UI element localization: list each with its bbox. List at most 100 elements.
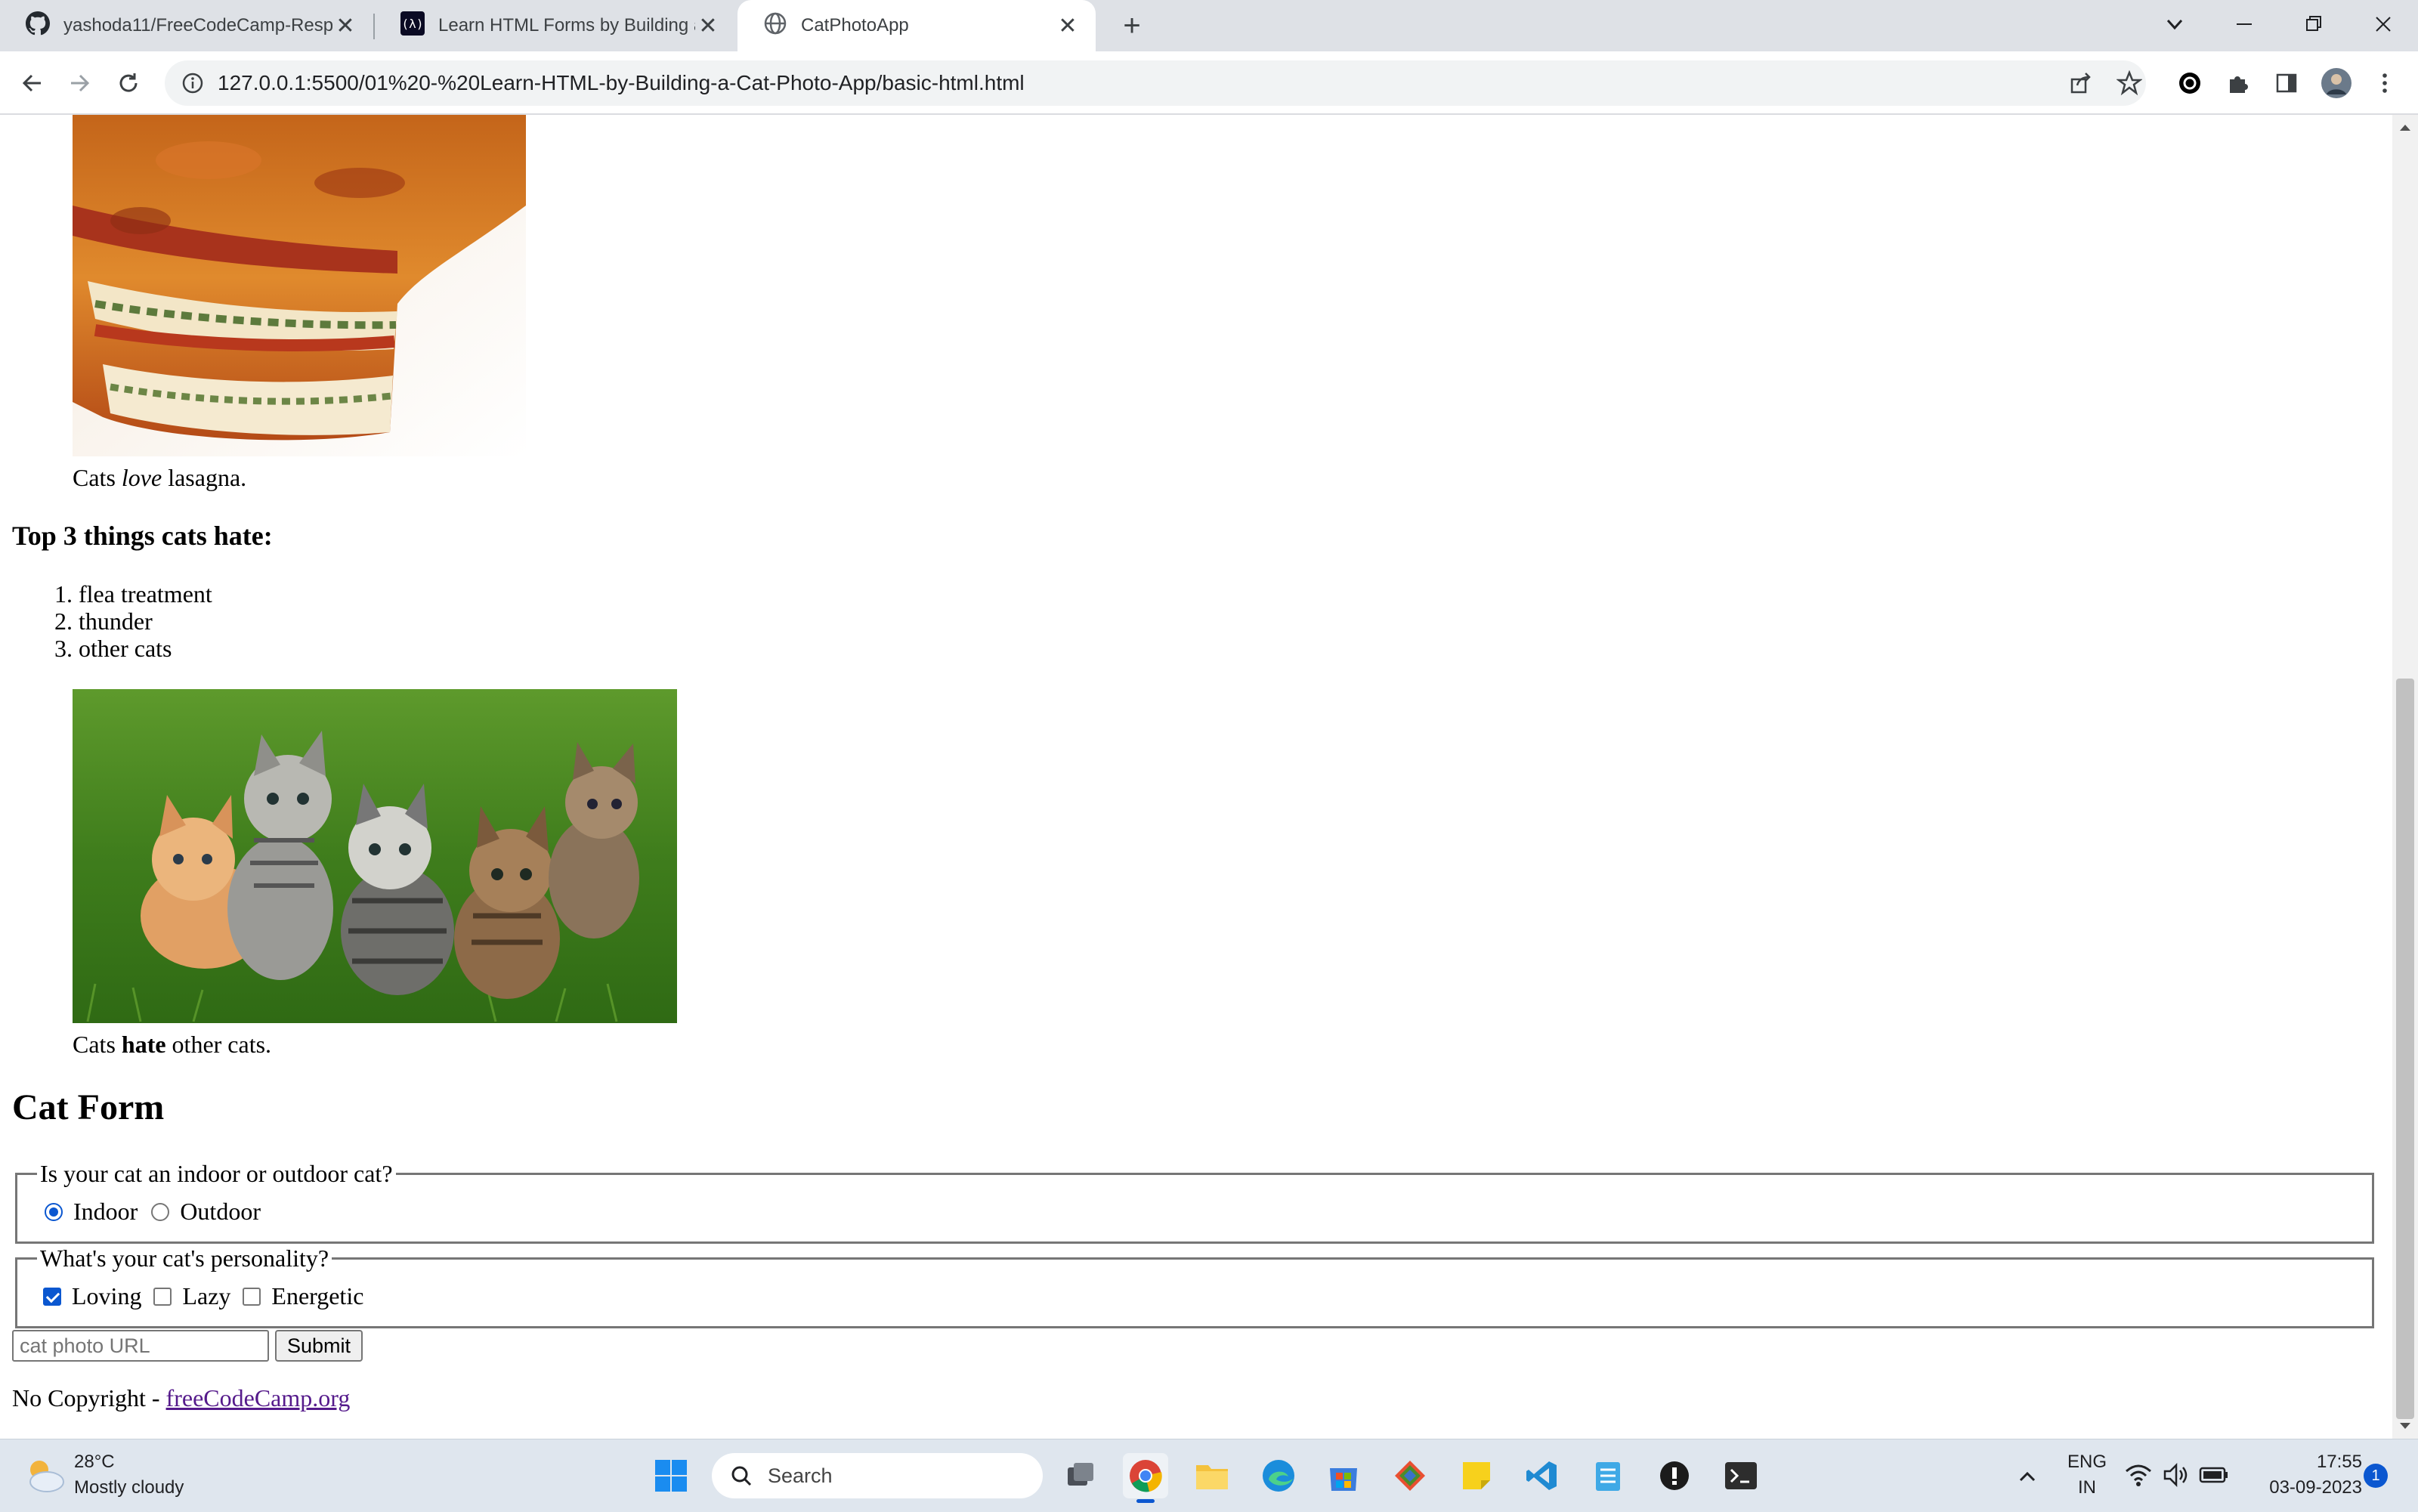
- scroll-up-icon[interactable]: [2392, 116, 2418, 139]
- lazy-label[interactable]: Lazy: [182, 1282, 230, 1310]
- chevron-up-icon[interactable]: [2016, 1465, 2039, 1492]
- site-info-icon[interactable]: [181, 72, 204, 94]
- tab-github[interactable]: yashoda11/FreeCodeCamp-Resp ✕: [0, 0, 373, 51]
- caption-strong: hate: [121, 1031, 166, 1058]
- bookmark-star-icon[interactable]: [2108, 62, 2151, 104]
- restore-icon[interactable]: [2279, 0, 2348, 48]
- location-fieldset: Is your cat an indoor or outdoor cat? In…: [15, 1160, 2374, 1244]
- windows-start-icon[interactable]: [648, 1453, 694, 1498]
- indoor-label[interactable]: Indoor: [73, 1198, 138, 1226]
- loving-label[interactable]: Loving: [72, 1282, 141, 1310]
- address-bar[interactable]: 127.0.0.1:5500/01%20-%20Learn-HTML-by-Bu…: [165, 60, 2146, 106]
- git-tool-icon[interactable]: [1387, 1453, 1433, 1498]
- tab-catphotoapp[interactable]: CatPhotoApp ✕: [737, 0, 1096, 51]
- notification-badge[interactable]: 1: [2364, 1464, 2388, 1488]
- github-icon: [26, 11, 51, 41]
- extensions-puzzle-icon[interactable]: [2217, 62, 2259, 104]
- outdoor-radio[interactable]: [151, 1202, 170, 1221]
- caption-emphasis: love: [121, 464, 162, 491]
- list-text: other cats: [79, 635, 172, 662]
- tab-strip: yashoda11/FreeCodeCamp-Resp ✕ (λ) Learn …: [0, 0, 2418, 51]
- new-tab-button[interactable]: +: [1114, 8, 1150, 44]
- clock-time[interactable]: 17:55: [2241, 1452, 2362, 1473]
- forward-icon[interactable]: [59, 62, 101, 104]
- wifi-icon[interactable]: [2125, 1462, 2152, 1492]
- list-item: 2. thunder: [26, 608, 153, 635]
- vscode-icon[interactable]: [1519, 1453, 1564, 1498]
- list-number: 3.: [54, 635, 73, 662]
- browser-toolbar: 127.0.0.1:5500/01%20-%20Learn-HTML-by-Bu…: [0, 51, 2418, 115]
- profile-avatar[interactable]: [2315, 62, 2358, 104]
- personality-fieldset: What's your cat's personality? Loving La…: [15, 1245, 2374, 1328]
- url-text[interactable]: 127.0.0.1:5500/01%20-%20Learn-HTML-by-Bu…: [218, 71, 1025, 95]
- list-text: flea treatment: [79, 580, 212, 608]
- close-icon[interactable]: ✕: [332, 13, 358, 39]
- outdoor-label[interactable]: Outdoor: [180, 1198, 261, 1226]
- indoor-radio[interactable]: [45, 1202, 63, 1221]
- tab-search-icon[interactable]: [2140, 0, 2209, 48]
- language-indicator[interactable]: ENG: [2066, 1452, 2108, 1473]
- personality-legend: What's your cat's personality?: [37, 1245, 332, 1272]
- active-indicator: [1136, 1499, 1155, 1503]
- cat-photo-url-input[interactable]: cat photo URL: [12, 1330, 269, 1362]
- freecodecamp-link[interactable]: freeCodeCamp.org: [166, 1384, 351, 1412]
- list-number: 2.: [54, 608, 73, 635]
- file-explorer-icon[interactable]: [1189, 1453, 1235, 1498]
- submit-button[interactable]: Submit: [275, 1330, 363, 1362]
- energetic-label[interactable]: Energetic: [271, 1282, 363, 1310]
- app-icon[interactable]: [1652, 1453, 1697, 1498]
- minimize-icon[interactable]: [2209, 0, 2279, 48]
- lasagna-image: [73, 115, 526, 456]
- weather-cloud-icon[interactable]: [23, 1456, 66, 1498]
- volume-icon[interactable]: [2163, 1462, 2190, 1492]
- sticky-notes-icon[interactable]: [1454, 1453, 1499, 1498]
- lasagna-caption: Cats love lasagna.: [73, 464, 246, 492]
- reload-icon[interactable]: [107, 62, 150, 104]
- taskbar-search[interactable]: Search: [712, 1453, 1043, 1498]
- chrome-taskbar-icon[interactable]: [1123, 1453, 1168, 1503]
- page-viewport: Cats love lasagna. Top 3 things cats hat…: [0, 115, 2392, 1439]
- caption-text: lasagna.: [162, 464, 247, 491]
- footer-text: No Copyright -: [12, 1384, 166, 1412]
- kittens-image: [73, 689, 677, 1023]
- globe-icon: [763, 11, 787, 41]
- freecodecamp-icon: (λ): [400, 11, 425, 41]
- energetic-checkbox[interactable]: [243, 1287, 261, 1306]
- svg-text:(λ): (λ): [402, 17, 424, 31]
- side-panel-icon[interactable]: [2265, 62, 2308, 104]
- windows-taskbar: 28°C Mostly cloudy Search ENG IN 17:55 0…: [0, 1439, 2418, 1512]
- tab-title: CatPhotoApp: [801, 15, 909, 36]
- terminal-icon[interactable]: [1718, 1453, 1764, 1498]
- tab-freecodecamp[interactable]: (λ) Learn HTML Forms by Building a ✕: [375, 0, 736, 51]
- edge-icon[interactable]: [1256, 1453, 1301, 1498]
- vertical-scrollbar[interactable]: [2392, 115, 2418, 1439]
- close-window-icon[interactable]: [2348, 0, 2418, 48]
- back-icon[interactable]: [11, 62, 53, 104]
- search-placeholder: Search: [768, 1464, 833, 1487]
- caption-text: Cats: [73, 1031, 122, 1058]
- list-item: 3. other cats: [26, 635, 172, 663]
- weather-description[interactable]: Mostly cloudy: [74, 1477, 184, 1498]
- close-icon[interactable]: ✕: [695, 13, 721, 39]
- task-view-icon[interactable]: [1058, 1453, 1103, 1498]
- clock-date[interactable]: 03-09-2023: [2241, 1477, 2362, 1498]
- region-indicator[interactable]: IN: [2066, 1477, 2108, 1498]
- location-legend: Is your cat an indoor or outdoor cat?: [37, 1160, 396, 1188]
- menu-kebab-icon[interactable]: [2364, 62, 2406, 104]
- list-number: 1.: [54, 580, 73, 608]
- lazy-checkbox[interactable]: [153, 1287, 172, 1306]
- caption-text: other cats.: [165, 1031, 272, 1058]
- extension-circle-icon[interactable]: [2169, 62, 2211, 104]
- battery-icon[interactable]: [2199, 1465, 2229, 1489]
- scroll-thumb[interactable]: [2396, 679, 2414, 1419]
- caption-text: Cats: [73, 464, 122, 491]
- tab-title: yashoda11/FreeCodeCamp-Resp: [63, 15, 332, 36]
- share-icon[interactable]: [2060, 62, 2102, 104]
- search-icon: [730, 1464, 753, 1487]
- loving-checkbox[interactable]: [43, 1287, 61, 1306]
- close-icon[interactable]: ✕: [1055, 13, 1081, 39]
- weather-temperature[interactable]: 28°C: [74, 1452, 115, 1473]
- notepad-icon[interactable]: [1585, 1453, 1631, 1498]
- microsoft-store-icon[interactable]: [1321, 1453, 1366, 1498]
- scroll-down-icon[interactable]: [2392, 1415, 2418, 1437]
